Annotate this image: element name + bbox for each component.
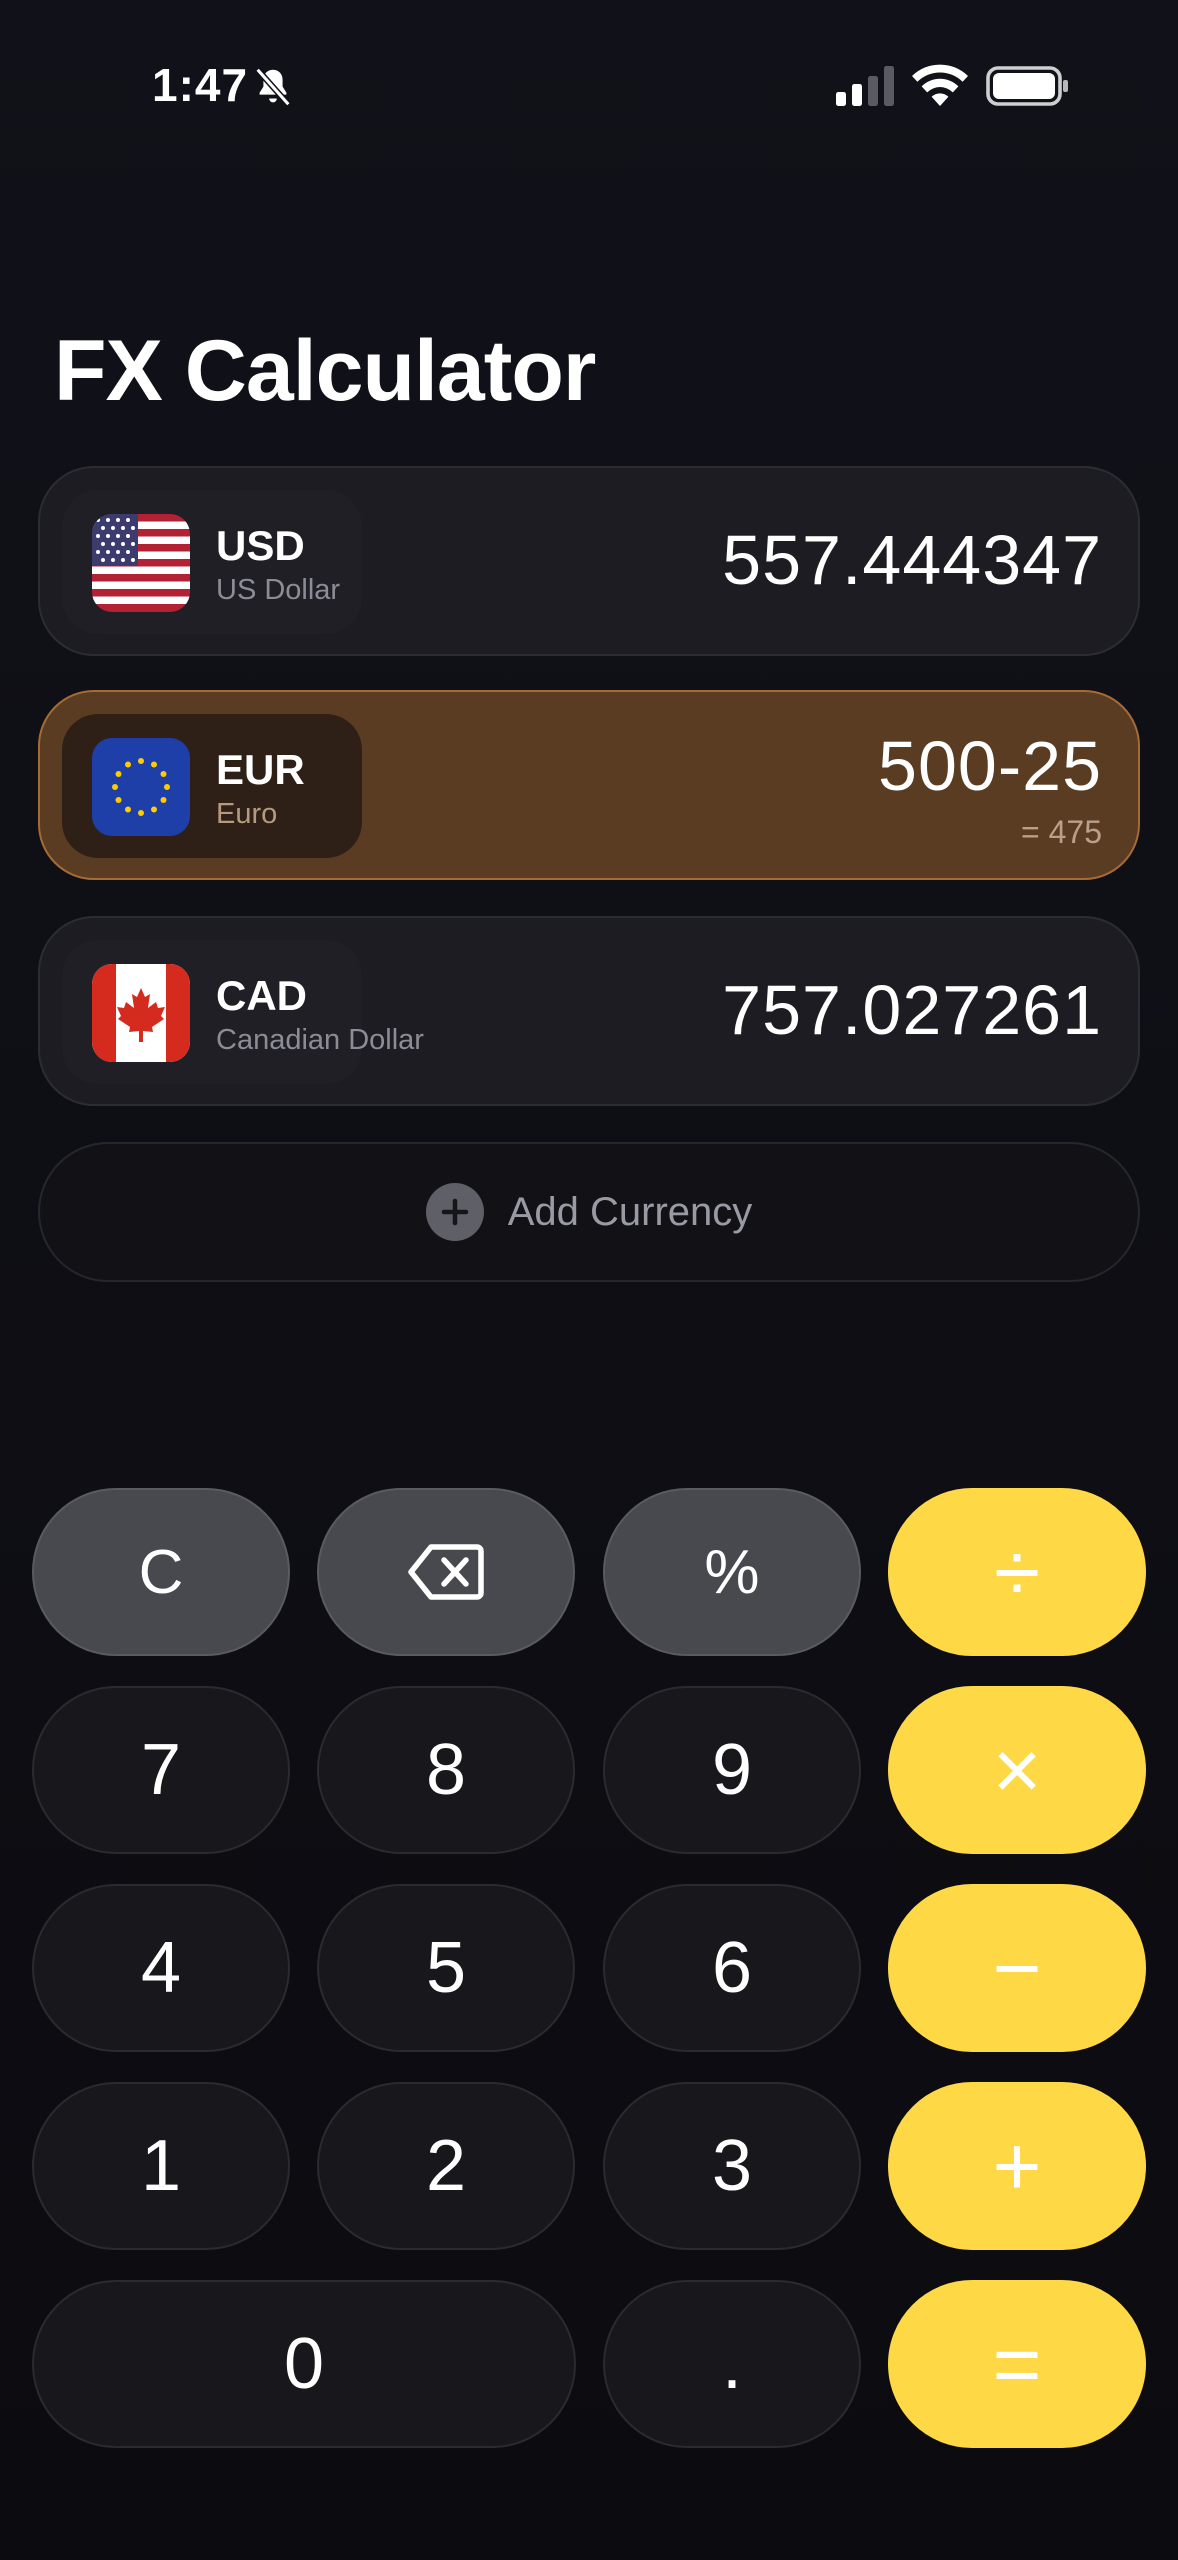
ca-flag-icon [92, 964, 190, 1062]
currency-code: USD [216, 522, 305, 569]
expression-result: = 475 [1021, 814, 1102, 850]
currency-value: 757.027261 [722, 971, 1102, 1049]
add-currency-label: Add Currency [507, 1189, 753, 1234]
backspace-icon [408, 1544, 484, 1600]
expression-value: 500-25 [878, 727, 1102, 805]
digit-6-button[interactable]: 6 [603, 1884, 861, 2052]
currency-value: 557.444347 [722, 521, 1102, 599]
currency-name: Euro [216, 798, 278, 830]
multiply-button[interactable]: × [888, 1686, 1146, 1854]
digit-3-button[interactable]: 3 [603, 2082, 861, 2250]
minus-button[interactable]: − [888, 1884, 1146, 2052]
add-currency-button[interactable]: Add Currency [38, 1142, 1140, 1282]
currency-row-eur[interactable]: EUR Euro 500-25 = 475 [38, 690, 1140, 880]
decimal-button[interactable]: . [603, 2280, 861, 2448]
page-title: FX Calculator [54, 323, 596, 419]
us-flag-icon [92, 514, 190, 612]
equals-button[interactable]: = [888, 2280, 1146, 2448]
currency-code: CAD [216, 972, 307, 1019]
digit-1-button[interactable]: 1 [32, 2082, 290, 2250]
screen: 1:47 FX Calculator USD US Dollar 557.444… [0, 0, 1178, 2560]
digit-0-button[interactable]: 0 [32, 2280, 576, 2448]
currency-row-cad[interactable]: CAD Canadian Dollar 757.027261 [38, 916, 1140, 1106]
digit-5-button[interactable]: 5 [317, 1884, 575, 2052]
plus-button[interactable]: + [888, 2082, 1146, 2250]
clear-button[interactable]: C [32, 1488, 290, 1656]
digit-2-button[interactable]: 2 [317, 2082, 575, 2250]
currency-row-usd[interactable]: USD US Dollar 557.444347 [38, 466, 1140, 656]
percent-button[interactable]: % [603, 1488, 861, 1656]
silent-bell-icon [255, 67, 291, 107]
digit-7-button[interactable]: 7 [32, 1686, 290, 1854]
digit-8-button[interactable]: 8 [317, 1686, 575, 1854]
cellular-signal-icon [836, 66, 894, 106]
status-time: 1:47 [152, 59, 249, 111]
battery-icon [986, 66, 1068, 106]
digit-9-button[interactable]: 9 [603, 1686, 861, 1854]
plus-circle-icon [425, 1183, 484, 1241]
divide-button[interactable]: ÷ [888, 1488, 1146, 1656]
eu-flag-icon [92, 738, 190, 836]
currency-name: US Dollar [216, 574, 341, 606]
digit-4-button[interactable]: 4 [32, 1884, 290, 2052]
backspace-button[interactable] [317, 1488, 575, 1656]
currency-name: Canadian Dollar [216, 1024, 424, 1056]
currency-code: EUR [216, 746, 305, 793]
wifi-icon [912, 64, 968, 106]
